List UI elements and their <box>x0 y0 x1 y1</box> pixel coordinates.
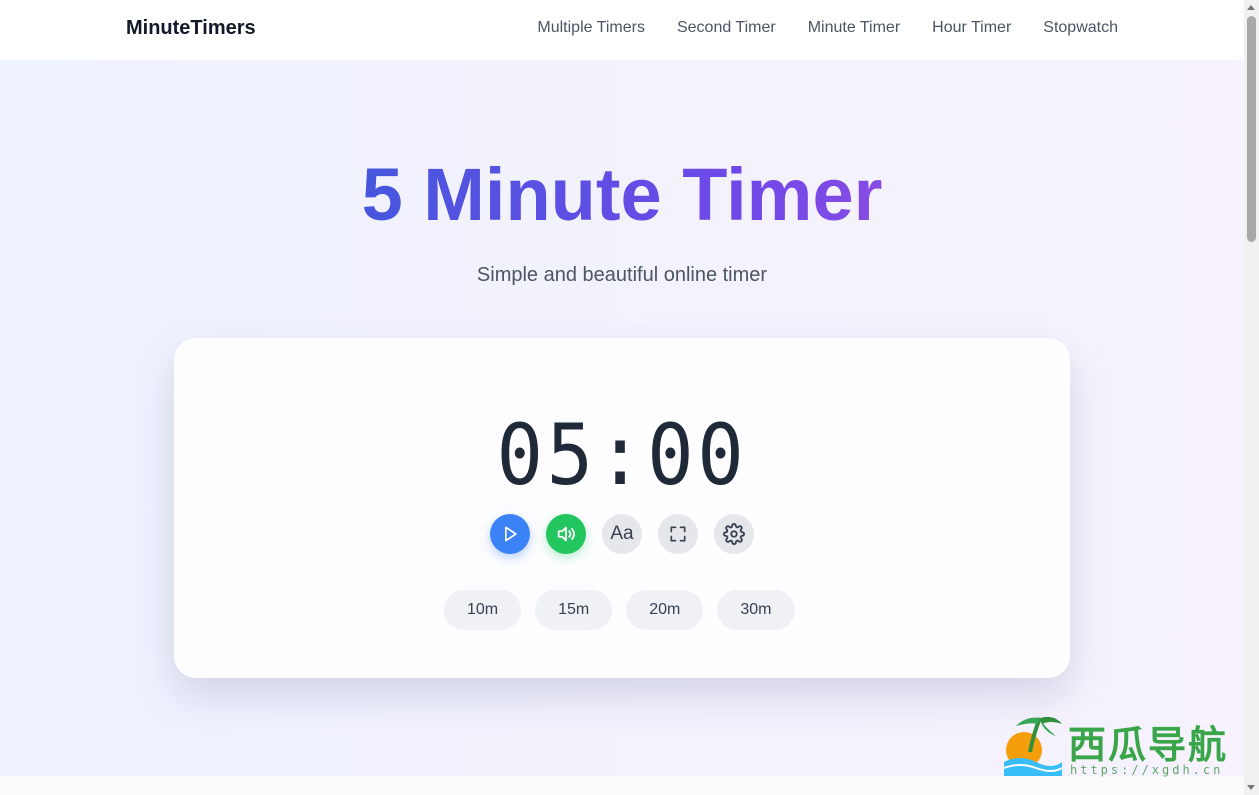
page-subtitle: Simple and beautiful online timer <box>476 264 768 286</box>
nav-link-second-timer[interactable]: Second Timer <box>677 19 776 37</box>
preset-10m-button[interactable]: 10m <box>444 590 522 630</box>
hero-section: 5 Minute Timer Simple and beautiful onli… <box>0 60 1244 776</box>
timer-controls: Aa <box>490 514 754 554</box>
settings-button[interactable] <box>714 514 754 554</box>
gear-icon <box>723 523 745 545</box>
preset-30m-button[interactable]: 30m <box>717 590 795 630</box>
sound-toggle-button[interactable] <box>546 514 586 554</box>
font-style-button[interactable]: Aa <box>602 514 642 554</box>
brand-logo[interactable]: MinuteTimers <box>126 17 256 40</box>
font-style-label: Aa <box>610 523 634 544</box>
preset-20m-button[interactable]: 20m <box>626 590 704 630</box>
preset-buttons: 10m 15m 20m 30m <box>444 590 795 630</box>
scroll-thumb[interactable] <box>1247 16 1256 242</box>
watermark-url: https://xgdh.cn <box>1070 763 1224 777</box>
nav-link-minute-timer[interactable]: Minute Timer <box>808 19 900 37</box>
preset-15m-button[interactable]: 15m <box>535 590 613 630</box>
page-scrollbar[interactable] <box>1244 0 1259 795</box>
nav-link-multiple-timers[interactable]: Multiple Timers <box>537 19 645 37</box>
play-icon <box>505 526 517 542</box>
watermark-text: 西瓜导航 <box>1068 723 1229 767</box>
scroll-down-arrow-icon[interactable] <box>1247 785 1255 790</box>
page-title: 5 Minute Timer <box>0 150 1244 240</box>
watermark: 西瓜导航 https://xgdh.cn <box>1000 710 1240 782</box>
nav-link-hour-timer[interactable]: Hour Timer <box>932 19 1011 37</box>
fullscreen-icon <box>670 526 686 542</box>
timer-card: 05:00 Aa 10m 15m 20m 30m <box>174 338 1070 678</box>
watermark-logo-icon <box>1003 716 1063 776</box>
play-button[interactable] <box>490 514 530 554</box>
fullscreen-button[interactable] <box>658 514 698 554</box>
volume-icon <box>557 526 575 542</box>
timer-display: 05:00 <box>496 406 748 504</box>
top-navbar: MinuteTimers Multiple Timers Second Time… <box>0 0 1244 60</box>
scroll-up-arrow-icon[interactable] <box>1247 5 1255 10</box>
nav-link-stopwatch[interactable]: Stopwatch <box>1043 19 1118 37</box>
nav-links: Multiple Timers Second Timer Minute Time… <box>537 19 1118 37</box>
